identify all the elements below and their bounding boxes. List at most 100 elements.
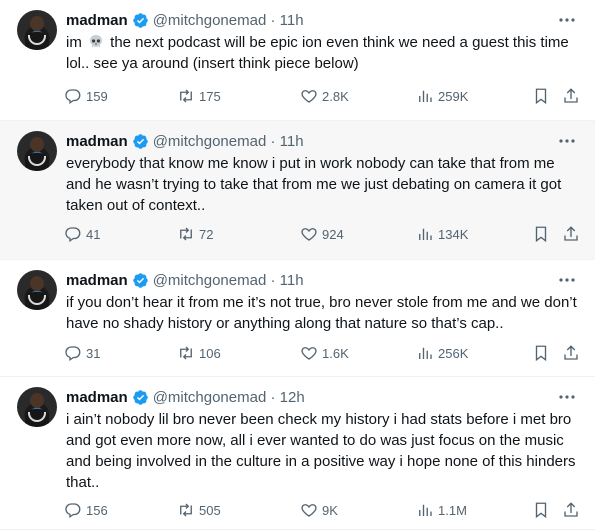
- retweet-icon: [180, 346, 192, 360]
- handle-and-time[interactable]: @mitchgonemad · 11h: [153, 272, 304, 289]
- retweet-count: 106: [199, 345, 221, 361]
- view-count: 134K: [438, 226, 469, 242]
- retweet-icon: [180, 503, 192, 517]
- tweet-feed: madman @mitchgonemad · 11h im the next p…: [0, 0, 595, 530]
- reply-button[interactable]: 31: [64, 343, 100, 363]
- bookmark-icon: [535, 226, 547, 243]
- avatar[interactable]: [17, 270, 57, 310]
- more-options-icon[interactable]: [557, 133, 577, 149]
- more-options-icon[interactable]: [557, 12, 577, 28]
- like-count: 2.8K: [322, 88, 349, 104]
- tweet-text: if you don’t hear it from me it’s not tr…: [66, 294, 577, 332]
- handle-and-time[interactable]: @mitchgonemad · 12h: [153, 389, 305, 406]
- bookmark-button[interactable]: [532, 224, 550, 244]
- reply-icon: [65, 227, 81, 243]
- views-chart-icon: [419, 228, 432, 240]
- skull-emoji-icon: [90, 35, 102, 47]
- display-name[interactable]: madman: [66, 272, 128, 289]
- tweet-text-part: the next podcast will be epic ion even t…: [66, 34, 569, 72]
- heart-icon: [301, 347, 317, 360]
- like-count: 1.6K: [322, 345, 349, 361]
- retweet-button[interactable]: 106: [177, 343, 221, 363]
- tweet-header: madman @mitchgonemad · 11h: [66, 10, 304, 30]
- tweet-header: madman @mitchgonemad · 11h: [66, 270, 304, 290]
- share-icon: [564, 502, 578, 517]
- like-button[interactable]: 9K: [300, 500, 338, 520]
- retweet-button[interactable]: 175: [177, 86, 221, 106]
- reply-button[interactable]: 41: [64, 224, 100, 244]
- reply-count: 41: [86, 226, 101, 242]
- avatar[interactable]: [17, 387, 57, 427]
- bookmark-button[interactable]: [532, 343, 550, 363]
- like-button[interactable]: 1.6K: [300, 343, 349, 363]
- views-button[interactable]: 259K: [416, 86, 468, 106]
- reply-button[interactable]: 159: [64, 86, 108, 106]
- tweet-actions: 31 106 1.6K 256K: [64, 343, 584, 363]
- tweet[interactable]: madman @mitchgonemad · 11h everybody tha…: [0, 121, 595, 260]
- heart-icon: [301, 90, 317, 103]
- heart-icon: [301, 228, 317, 241]
- views-button[interactable]: 1.1M: [416, 500, 467, 520]
- tweet-actions: 159 175 2.8K 259K: [64, 86, 584, 106]
- share-icon: [564, 226, 578, 241]
- reply-icon: [65, 89, 81, 105]
- retweet-icon: [180, 227, 192, 241]
- share-button[interactable]: [562, 500, 580, 520]
- tweet-text: i ain’t nobody lil bro never been check …: [66, 411, 576, 491]
- display-name[interactable]: madman: [66, 389, 128, 406]
- reply-icon: [65, 503, 81, 519]
- heart-icon: [301, 504, 317, 517]
- tweet[interactable]: madman @mitchgonemad · 11h im the next p…: [0, 0, 595, 121]
- tweet-header: madman @mitchgonemad · 12h: [66, 387, 305, 407]
- retweet-button[interactable]: 505: [177, 500, 221, 520]
- reply-count: 159: [86, 88, 108, 104]
- tweet-text: im the next podcast will be epic ion eve…: [66, 32, 581, 74]
- like-count: 9K: [322, 502, 338, 518]
- verified-badge-icon: [132, 12, 148, 28]
- view-count: 256K: [438, 345, 469, 361]
- views-chart-icon: [419, 347, 432, 359]
- share-button[interactable]: [562, 343, 580, 363]
- tweet-text-part: im: [66, 34, 86, 51]
- retweet-icon: [180, 89, 192, 103]
- retweet-count: 72: [199, 226, 214, 242]
- avatar[interactable]: [17, 131, 57, 171]
- like-count: 924: [322, 226, 344, 242]
- tweet-header: madman @mitchgonemad · 11h: [66, 131, 304, 151]
- avatar[interactable]: [17, 10, 57, 50]
- share-icon: [564, 345, 578, 360]
- views-button[interactable]: 256K: [416, 343, 468, 363]
- more-options-icon[interactable]: [557, 389, 577, 405]
- more-options-icon[interactable]: [557, 272, 577, 288]
- like-button[interactable]: 2.8K: [300, 86, 349, 106]
- reply-button[interactable]: 156: [64, 500, 108, 520]
- views-chart-icon: [419, 90, 432, 102]
- share-button[interactable]: [562, 224, 580, 244]
- views-chart-icon: [419, 504, 432, 516]
- tweet-actions: 156 505 9K 1.1M: [64, 500, 584, 520]
- bookmark-button[interactable]: [532, 500, 550, 520]
- share-button[interactable]: [562, 86, 580, 106]
- retweet-button[interactable]: 72: [177, 224, 213, 244]
- verified-badge-icon: [132, 133, 148, 149]
- bookmark-icon: [535, 88, 547, 105]
- view-count: 1.1M: [438, 502, 467, 518]
- handle-and-time[interactable]: @mitchgonemad · 11h: [153, 12, 304, 29]
- verified-badge-icon: [132, 272, 148, 288]
- retweet-count: 175: [199, 88, 221, 104]
- views-button[interactable]: 134K: [416, 224, 468, 244]
- reply-count: 31: [86, 345, 101, 361]
- tweet-actions: 41 72 924 134K: [64, 224, 584, 244]
- tweet-text: everybody that know me know i put in wor…: [66, 155, 562, 214]
- handle-and-time[interactable]: @mitchgonemad · 11h: [153, 133, 304, 150]
- reply-count: 156: [86, 502, 108, 518]
- bookmark-icon: [535, 345, 547, 362]
- display-name[interactable]: madman: [66, 133, 128, 150]
- retweet-count: 505: [199, 502, 221, 518]
- view-count: 259K: [438, 88, 469, 104]
- tweet[interactable]: madman @mitchgonemad · 12h i ain’t nobod…: [0, 377, 595, 530]
- like-button[interactable]: 924: [300, 224, 344, 244]
- bookmark-button[interactable]: [532, 86, 550, 106]
- tweet[interactable]: madman @mitchgonemad · 11h if you don’t …: [0, 260, 595, 377]
- display-name[interactable]: madman: [66, 12, 128, 29]
